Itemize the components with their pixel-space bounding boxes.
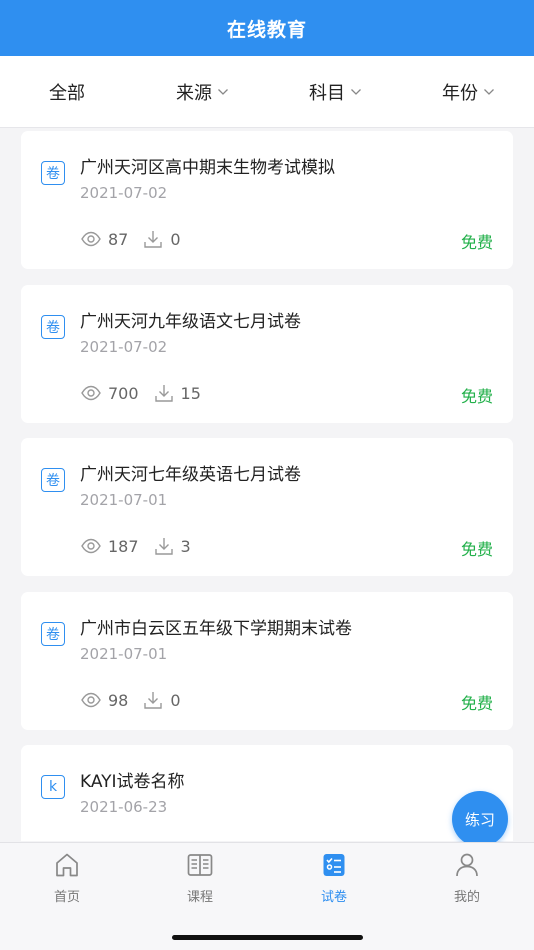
home-indicator [172, 935, 363, 940]
paper-title: 广州天河七年级英语七月试卷 [80, 465, 301, 485]
download-icon [153, 382, 175, 404]
tab-home[interactable]: 首页 [27, 851, 107, 905]
view-count: 700 [108, 383, 139, 403]
paper-card[interactable]: 卷 广州天河九年级语文七月试卷 2021-07-02 700 15 免费 [21, 285, 513, 423]
paper-card[interactable]: 卷 广州天河七年级英语七月试卷 2021-07-01 187 3 免费 [21, 438, 513, 576]
user-icon [456, 853, 478, 877]
download-icon [142, 228, 164, 250]
price-label: 免费 [460, 387, 493, 406]
paper-card[interactable]: 卷 广州市白云区五年级下学期期末试卷 2021-07-01 98 0 免费 [21, 592, 513, 730]
eye-icon [80, 535, 102, 557]
view-count: 87 [108, 229, 129, 249]
paper-date: 2021-07-01 [80, 645, 168, 663]
paper-date: 2021-06-23 [80, 798, 168, 816]
filter-bar: 全部 来源 科目 年份 [0, 56, 534, 128]
paper-card[interactable]: k KAYI试卷名称 2021-06-23 [21, 745, 513, 841]
paper-stats: 98 0 [80, 689, 195, 711]
tab-courses[interactable]: 课程 [160, 851, 240, 905]
paper-title: 广州市白云区五年级下学期期末试卷 [80, 619, 352, 639]
app-header: 在线教育 [0, 0, 534, 56]
eye-icon [80, 689, 102, 711]
tab-home-label: 首页 [53, 890, 80, 905]
tab-bar: 首页 课程 试卷 我的 [0, 842, 534, 950]
tab-courses-label: 课程 [186, 890, 213, 905]
chevron-down-icon [350, 86, 362, 98]
download-icon [153, 535, 175, 557]
view-count: 98 [108, 690, 129, 710]
filter-all[interactable]: 全部 [49, 56, 85, 128]
filter-all-label: 全部 [49, 83, 85, 104]
practice-button[interactable]: 练习 [452, 791, 508, 847]
home-icon [56, 853, 78, 877]
tab-exams[interactable]: 试卷 [294, 851, 374, 905]
paper-stats: 187 3 [80, 535, 205, 557]
paper-badge-icon: 卷 [41, 468, 65, 492]
filter-subject-label: 科目 [309, 83, 345, 104]
filter-year[interactable]: 年份 [442, 56, 495, 128]
view-count: 187 [108, 536, 139, 556]
paper-badge-icon: 卷 [41, 161, 65, 185]
paper-date: 2021-07-02 [80, 338, 168, 356]
paper-stats: 87 0 [80, 228, 195, 250]
filter-source-label: 来源 [176, 83, 212, 104]
chevron-down-icon [217, 86, 229, 98]
eye-icon [80, 382, 102, 404]
paper-title: 广州天河区高中期末生物考试模拟 [80, 158, 335, 178]
paper-badge-icon: 卷 [41, 622, 65, 646]
paper-card[interactable]: 卷 广州天河区高中期末生物考试模拟 2021-07-02 87 0 免费 [21, 131, 513, 269]
paper-date: 2021-07-02 [80, 184, 168, 202]
book-icon [187, 854, 213, 876]
paper-badge-icon: 卷 [41, 315, 65, 339]
price-label: 免费 [460, 233, 493, 252]
download-count: 0 [170, 229, 181, 249]
paper-badge-icon: k [41, 775, 65, 799]
download-count: 15 [180, 383, 201, 403]
tab-profile[interactable]: 我的 [427, 851, 507, 905]
eye-icon [80, 228, 102, 250]
exam-icon [323, 854, 345, 876]
filter-subject[interactable]: 科目 [309, 56, 362, 128]
price-label: 免费 [460, 540, 493, 559]
download-count: 3 [180, 536, 191, 556]
download-count: 0 [170, 690, 181, 710]
paper-list[interactable]: 卷 广州天河区高中期末生物考试模拟 2021-07-02 87 0 免费 卷 广… [0, 129, 534, 841]
paper-stats: 700 15 [80, 382, 215, 404]
download-icon [142, 689, 164, 711]
filter-year-label: 年份 [442, 83, 478, 104]
chevron-down-icon [483, 86, 495, 98]
tab-profile-label: 我的 [453, 890, 480, 905]
filter-source[interactable]: 来源 [176, 56, 229, 128]
tab-exams-label: 试卷 [320, 890, 347, 905]
paper-date: 2021-07-01 [80, 491, 168, 509]
paper-title: KAYI试卷名称 [80, 772, 185, 792]
price-label: 免费 [460, 694, 493, 713]
paper-title: 广州天河九年级语文七月试卷 [80, 312, 301, 332]
page-title: 在线教育 [226, 18, 307, 41]
